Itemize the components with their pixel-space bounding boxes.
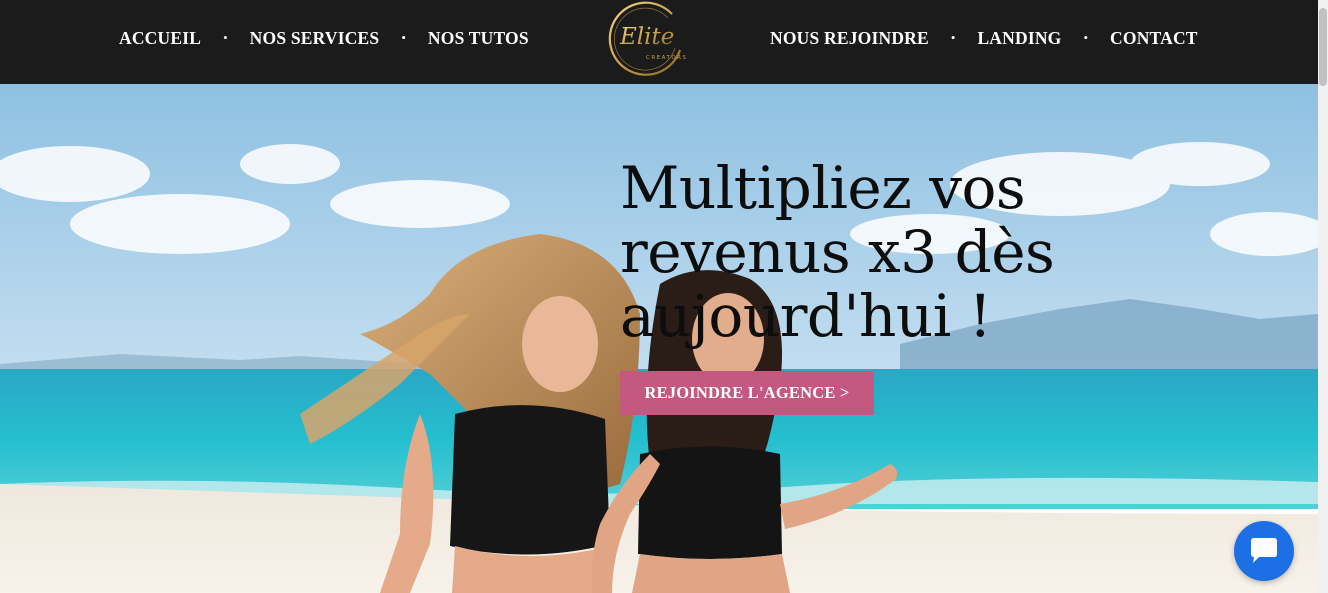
nav-link-nous-rejoindre[interactable]: NOUS REJOINDRE [770,28,929,48]
nav-separator: • [950,30,956,45]
nav-left-group: ACCUEIL • NOS SERVICES • NOS TUTOS [119,28,529,48]
nav-right-group: NOUS REJOINDRE • LANDING • CONTACT [770,28,1198,48]
nav-link-landing[interactable]: LANDING [977,28,1061,48]
elite-creators-logo-icon: Elite CREATORS [608,1,687,76]
logo-script-text: Elite [619,24,674,50]
live-chat-button[interactable] [1234,521,1294,581]
hero-section: Multipliez vos revenus x3 dès aujourd'hu… [0,84,1318,593]
nav-link-contact[interactable]: CONTACT [1110,28,1198,48]
logo-caption-text: CREATORS [646,55,687,61]
nav-separator: • [1083,30,1089,45]
nav-link-accueil[interactable]: ACCUEIL [119,28,201,48]
scrollbar-thumb[interactable] [1319,8,1327,86]
chat-bubble-icon [1251,538,1277,563]
nav-link-nos-tutos[interactable]: NOS TUTOS [428,28,529,48]
join-agency-button[interactable]: REJOINDRE L'AGENCE > [620,371,874,415]
main-navbar: ACCUEIL • NOS SERVICES • NOS TUTOS Elite… [0,0,1318,84]
nav-separator: • [401,30,406,45]
nav-link-nos-services[interactable]: NOS SERVICES [250,28,380,48]
page-scrollbar[interactable] [1318,0,1328,593]
hero-headline: Multipliez vos revenus x3 dès aujourd'hu… [620,154,1055,350]
nav-separator: • [223,30,228,45]
site-logo[interactable]: Elite CREATORS [598,0,698,82]
